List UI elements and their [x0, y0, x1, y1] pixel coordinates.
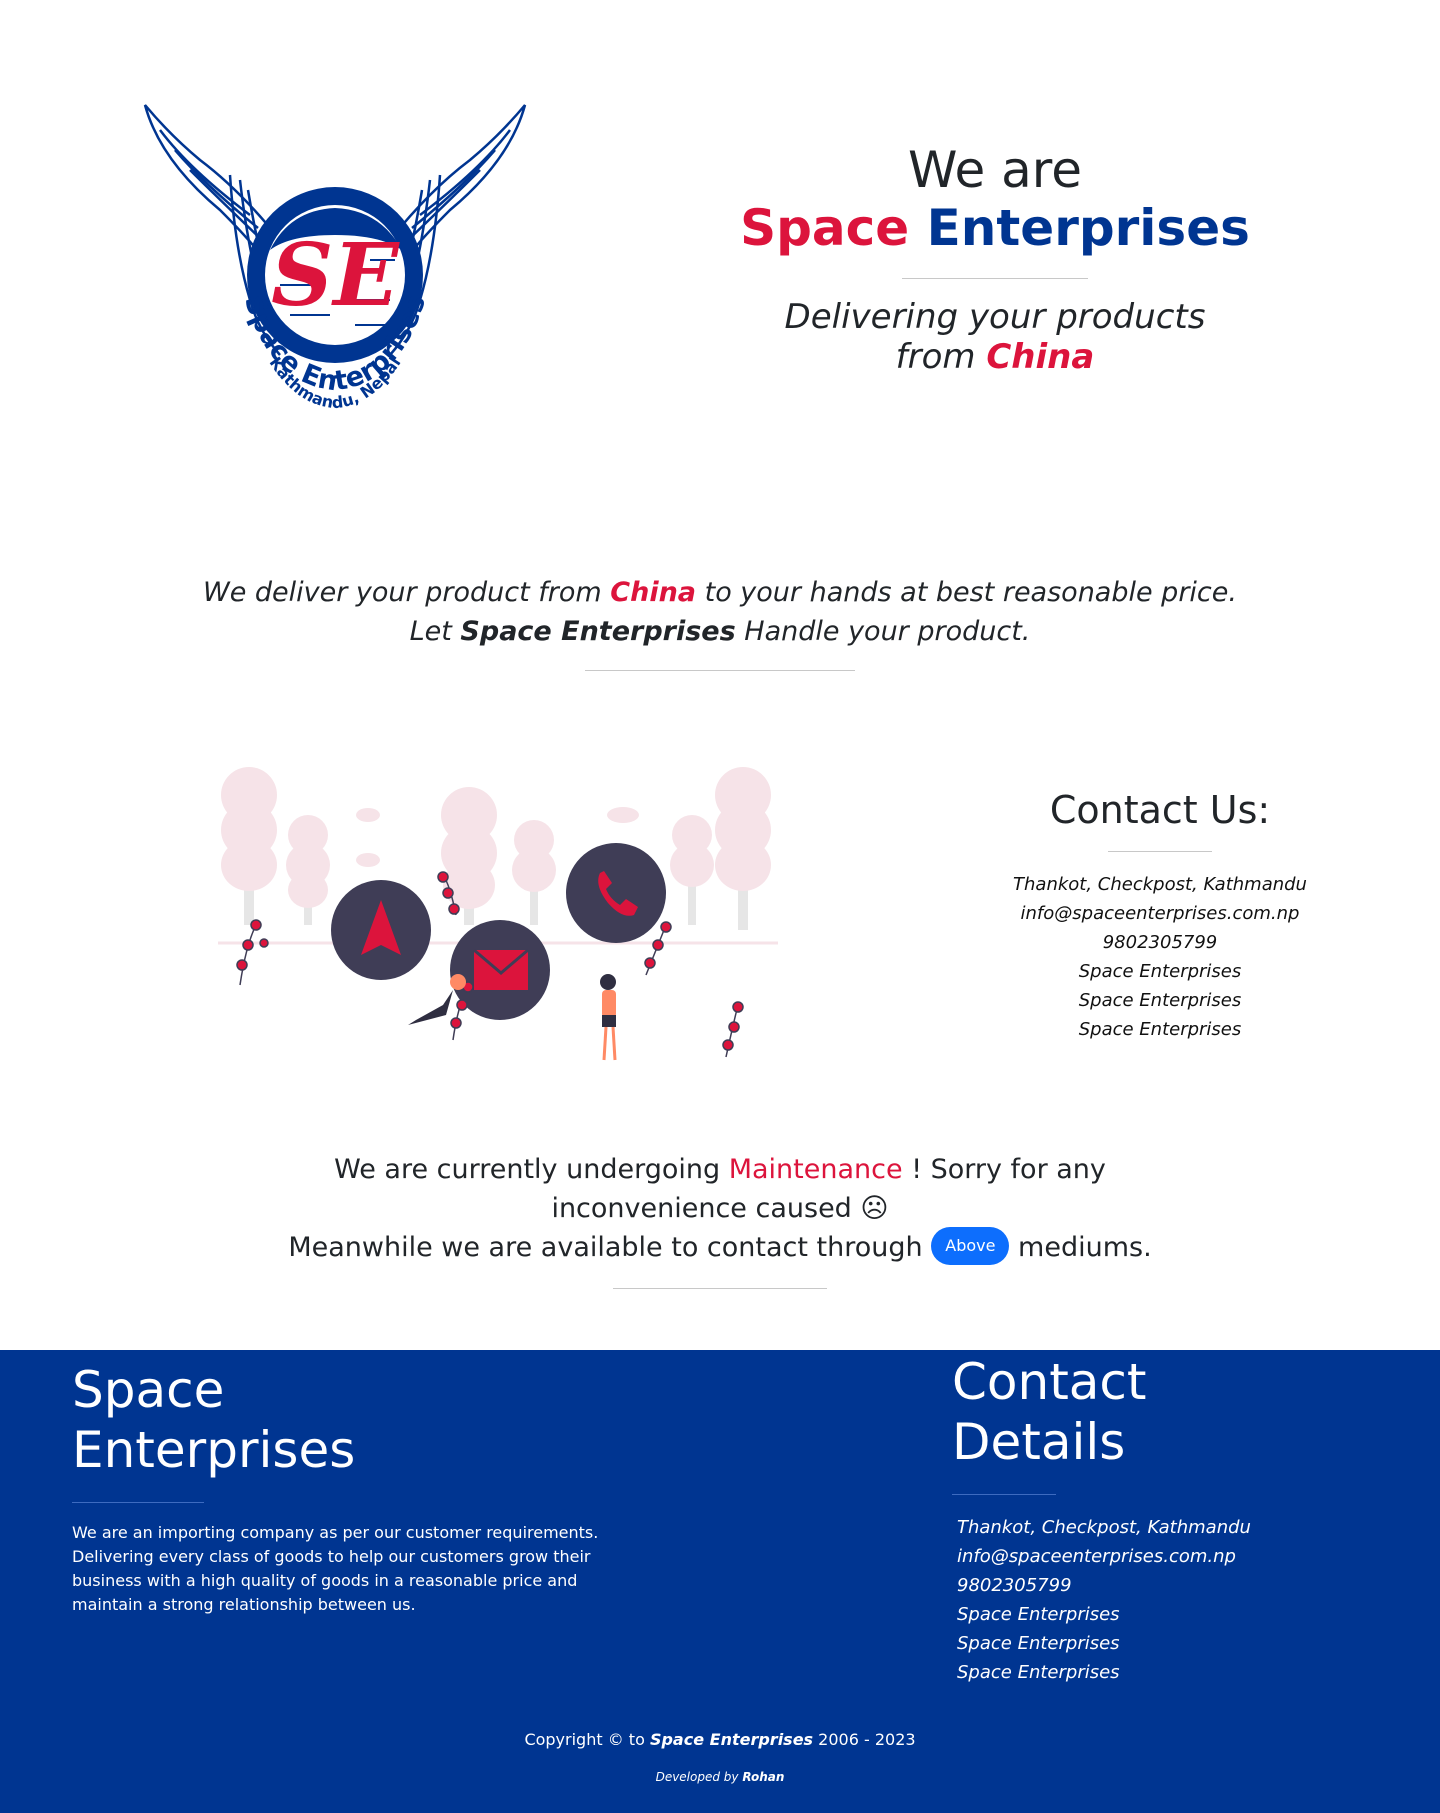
tagline-divider — [585, 670, 855, 671]
developed-by-label: Developed by — [655, 1770, 739, 1784]
tagline-section: We deliver your product from China to yo… — [0, 573, 1440, 671]
tagline-let: Let — [409, 616, 452, 647]
footer-title-line2: Enterprises — [72, 1421, 356, 1479]
site-footer: Space Enterprises We are an importing co… — [0, 1350, 1440, 1813]
footer-contact-item: Space Enterprises — [957, 1662, 1120, 1683]
contact-us-section: Contact Us: Thankot, Checkpost, Kathmand… — [990, 787, 1330, 1044]
contact-list: Thankot, Checkpost, Kathmandu info@space… — [990, 870, 1330, 1044]
footer-contact-item: Space Enterprises — [957, 1604, 1120, 1625]
maintenance-part2: ! Sorry for any — [911, 1154, 1106, 1185]
hero-heading: We are Space Enterprises Delivering your… — [700, 140, 1290, 378]
contact-divider — [1108, 851, 1212, 852]
tagline-part2: to your hands at best reasonable price. — [704, 577, 1237, 608]
tagline-line2: Let Space Enterprises Handle your produc… — [0, 612, 1440, 651]
maintenance-notice: We are currently undergoing Maintenance … — [0, 1150, 1440, 1289]
maintenance-part1: We are currently undergoing — [334, 1154, 721, 1185]
hero-we-are: We are — [907, 141, 1083, 199]
contact-address: Thankot, Checkpost, Kathmandu — [1013, 874, 1307, 895]
footer-title-line1: Space — [72, 1361, 225, 1419]
footer-about-text: We are an importing company as per our c… — [72, 1523, 599, 1614]
maintenance-part3: Meanwhile we are available to contact th… — [288, 1232, 923, 1263]
contact-item: Space Enterprises — [1078, 1019, 1242, 1040]
footer-developer: Developed by Rohan — [0, 1770, 1440, 1784]
copyright-years: 2006 - 2023 — [818, 1730, 916, 1749]
hero-subtitle-from: from — [895, 337, 976, 378]
footer-contact-title-line2: Details — [952, 1413, 1126, 1471]
tagline-company: Space Enterprises — [460, 616, 736, 647]
contact-us-title: Contact Us: — [1049, 788, 1271, 832]
hero-subtitle: Delivering your products from China — [700, 297, 1290, 379]
company-logo: SE Space Enterprises Kathmandu, Nepal — [140, 100, 530, 430]
tagline-line1: We deliver your product from China to yo… — [0, 573, 1440, 612]
hero-name-first: Space — [740, 199, 910, 257]
maintenance-line2: inconvenience caused ☹ — [551, 1193, 889, 1224]
tagline-country: China — [610, 577, 697, 608]
contact-email[interactable]: info@spaceenterprises.com.np — [990, 899, 1330, 928]
footer-contact-phone[interactable]: 9802305799 — [952, 1571, 1382, 1600]
contact-illustration — [218, 765, 778, 1065]
contact-phone[interactable]: 9802305799 — [990, 928, 1330, 957]
footer-contact-list: Thankot, Checkpost, Kathmandu info@space… — [952, 1513, 1382, 1687]
tagline-part3: Handle your product. — [744, 616, 1031, 647]
hero-subtitle-line1: Delivering your products — [784, 296, 1206, 337]
logo-monogram: SE — [271, 225, 400, 326]
footer-contact-item: Space Enterprises — [957, 1633, 1120, 1654]
above-badge: Above — [931, 1226, 1010, 1265]
tagline-part1: We deliver your product from — [203, 577, 602, 608]
footer-about: Space Enterprises We are an importing co… — [72, 1360, 612, 1617]
footer-contact: Contact Details Thankot, Checkpost, Kath… — [952, 1352, 1382, 1687]
footer-contact-title-line1: Contact — [952, 1353, 1147, 1411]
hero-company-name: Space Enterprises — [700, 199, 1290, 258]
footer-contact-divider — [952, 1494, 1056, 1495]
footer-contact-address: Thankot, Checkpost, Kathmandu — [957, 1517, 1251, 1538]
footer-copyright: Copyright © to Space Enterprises 2006 - … — [0, 1730, 1440, 1749]
hero-name-second: Enterprises — [926, 199, 1250, 257]
hero-subtitle-country: China — [986, 337, 1095, 378]
maintenance-line3: Meanwhile we are available to contact th… — [0, 1226, 1440, 1268]
footer-contact-title: Contact Details — [952, 1352, 1382, 1472]
maintenance-word: Maintenance — [728, 1154, 903, 1185]
contact-item: Space Enterprises — [1078, 961, 1242, 982]
maintenance-part4: mediums. — [1018, 1232, 1152, 1263]
maintenance-line1: We are currently undergoing Maintenance … — [0, 1150, 1440, 1189]
contact-item: Space Enterprises — [1078, 990, 1242, 1011]
hero-section: SE Space Enterprises Kathmandu, Nepal We… — [0, 0, 1440, 520]
footer-about-divider — [72, 1502, 204, 1503]
hero-divider — [902, 277, 1088, 279]
copyright-company: Space Enterprises — [649, 1730, 814, 1749]
developer-name: Rohan — [742, 1770, 785, 1784]
copyright-prefix: Copyright © to — [524, 1730, 645, 1749]
footer-contact-email[interactable]: info@spaceenterprises.com.np — [952, 1542, 1382, 1571]
maintenance-divider — [613, 1287, 827, 1289]
footer-title: Space Enterprises — [72, 1360, 612, 1480]
